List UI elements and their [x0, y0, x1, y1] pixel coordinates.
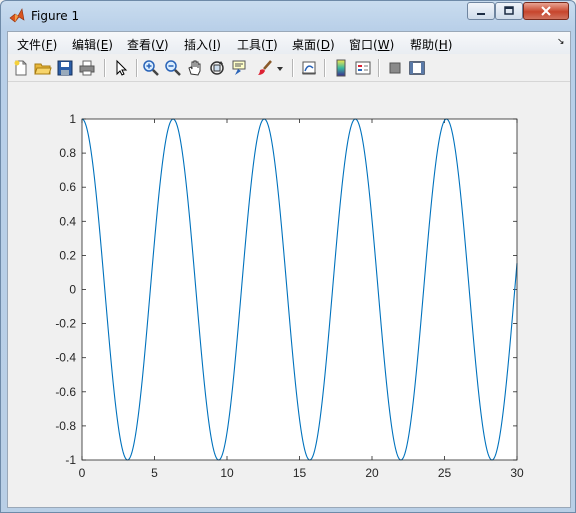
menu-window[interactable]: 窗口(W): [349, 36, 394, 53]
close-button[interactable]: [523, 2, 569, 20]
brush-dropdown-icon[interactable]: [276, 59, 284, 77]
y-tick-label: 0.4: [59, 214, 76, 228]
x-tick-label: 10: [220, 466, 234, 480]
x-tick-label: 25: [438, 466, 452, 480]
figure-client-area: 文件(F) 编辑(E) 查看(V) 插入(I) 工具(T) 桌面(D) 窗口(W…: [7, 31, 571, 508]
matlab-logo-icon: [9, 8, 25, 24]
legend-icon[interactable]: [354, 59, 372, 77]
colorbar-icon[interactable]: [332, 59, 350, 77]
x-tick-label: 0: [79, 466, 86, 480]
minimize-button[interactable]: [467, 2, 495, 20]
menu-tools[interactable]: 工具(T): [237, 36, 278, 53]
pan-hand-icon[interactable]: [186, 59, 204, 77]
x-tick-label: 20: [365, 466, 379, 480]
plot-axes-svg[interactable]: 0 5 10 15 20 25 30 -1 -0.8 -0.6 -0.4 -0.2 0 0.2 0.4 0.6…: [8, 82, 570, 507]
y-tick-label: -0.6: [55, 385, 76, 399]
figure-canvas: 0 5 10 15 20 25 30 -1 -0.8 -0.6 -0.4 -0.2 0 0.2 0.4 0.6…: [8, 82, 570, 507]
new-figure-icon[interactable]: [12, 59, 30, 77]
y-tick-label: 0.2: [59, 248, 76, 262]
toolbar-separator: [324, 59, 326, 77]
toolbar-separator: [292, 59, 294, 77]
rotate-3d-icon[interactable]: [208, 59, 226, 77]
hide-plot-tools-icon[interactable]: [386, 59, 404, 77]
maximize-icon: [504, 6, 514, 15]
menu-bar: 文件(F) 编辑(E) 查看(V) 插入(I) 工具(T) 桌面(D) 窗口(W…: [8, 32, 570, 54]
pointer-icon[interactable]: [112, 59, 130, 77]
figure-toolbar: [8, 55, 570, 82]
menu-help[interactable]: 帮助(H): [410, 36, 452, 53]
y-tick-label: -1: [65, 453, 76, 467]
x-tick-label: 5: [151, 466, 158, 480]
close-icon: [541, 6, 551, 16]
window-title: Figure 1: [31, 9, 80, 23]
minimize-icon: [477, 13, 485, 15]
show-plot-tools-icon[interactable]: [408, 59, 426, 77]
save-icon[interactable]: [56, 59, 74, 77]
menu-file[interactable]: 文件(F): [17, 36, 57, 53]
menu-desktop[interactable]: 桌面(D): [292, 36, 335, 53]
toolbar-separator: [136, 59, 138, 77]
maximize-button[interactable]: [495, 2, 523, 20]
data-cursor-icon[interactable]: [230, 59, 248, 77]
y-tick-label: 0: [69, 283, 76, 297]
menu-view[interactable]: 查看(V): [127, 36, 169, 53]
link-plot-icon[interactable]: [300, 59, 318, 77]
print-icon[interactable]: [78, 59, 96, 77]
y-tick-label: -0.8: [55, 419, 76, 433]
brush-icon[interactable]: [256, 59, 274, 77]
y-tick-label: -0.4: [55, 351, 76, 365]
x-tick-label: 15: [293, 466, 307, 480]
open-file-icon[interactable]: [34, 59, 52, 77]
menu-overflow-icon[interactable]: ↘: [557, 37, 565, 47]
toolbar-separator: [378, 59, 380, 77]
y-tick-label: 0.8: [59, 146, 76, 160]
menu-edit[interactable]: 编辑(E): [72, 36, 113, 53]
zoom-out-icon[interactable]: [164, 59, 182, 77]
y-tick-label: -0.2: [55, 317, 76, 331]
menu-insert[interactable]: 插入(I): [184, 36, 221, 53]
figure-window: Figure 1 文件(F) 编辑(E) 查看(V) 插入(I) 工具(T) 桌…: [0, 0, 576, 513]
x-tick-label: 30: [510, 466, 524, 480]
title-bar[interactable]: Figure 1: [1, 1, 575, 31]
zoom-in-icon[interactable]: [142, 59, 160, 77]
toolbar-separator: [104, 59, 106, 77]
y-tick-label: 0.6: [59, 180, 76, 194]
axes-background: [82, 119, 517, 460]
y-tick-label: 1: [69, 112, 76, 126]
